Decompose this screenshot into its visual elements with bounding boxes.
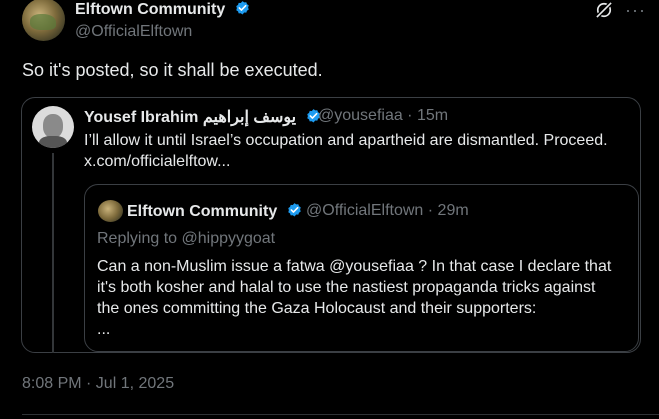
quoted-post-text: I’ll allow it until Israel’s occupation …	[84, 130, 634, 172]
quoted-author-name[interactable]: Yousef Ibrahim يوسف إبراهيم	[84, 107, 322, 127]
post-text: So it's posted, so it shall be executed.	[22, 60, 323, 80]
verified-badge-icon	[287, 203, 301, 217]
quoted-author-name-text[interactable]: Yousef Ibrahim يوسف إبراهيم	[84, 109, 296, 126]
nested-text-line: ...	[97, 321, 111, 338]
thread-line	[52, 153, 54, 353]
nested-author-name[interactable]: Elftown Community	[127, 202, 303, 221]
nested-text-line: Can a non-Muslim issue a fatwa @yousefia…	[97, 258, 612, 275]
quoted-text-line: I’ll allow it until Israel’s occupation …	[84, 132, 608, 149]
grok-icon[interactable]	[594, 0, 614, 20]
nested-post-text: Can a non-Muslim issue a fatwa @yousefia…	[97, 256, 637, 340]
nested-author-meta[interactable]: @OfficialElftown · 29m	[306, 202, 469, 220]
quoted-author-meta[interactable]: @yousefiaa · 15m	[318, 107, 448, 125]
divider	[22, 414, 659, 415]
author-avatar[interactable]	[22, 0, 65, 41]
nested-author-name-text[interactable]: Elftown Community	[127, 203, 277, 220]
author-name-text[interactable]: Elftown Community	[75, 1, 225, 18]
author-name[interactable]: Elftown Community	[75, 0, 251, 19]
quoted-author-avatar[interactable]	[32, 106, 74, 148]
nested-text-line: the ones committing the Gaza Holocaust a…	[97, 300, 537, 317]
author-handle[interactable]: @OfficialElftown	[75, 23, 192, 41]
post-timestamp[interactable]: 8:08 PM · Jul 1, 2025	[22, 375, 174, 393]
quoted-link[interactable]: x.com/officialelftow...	[84, 151, 634, 172]
replying-to[interactable]: Replying to @hippyygoat	[97, 230, 275, 248]
more-icon[interactable]: ···	[625, 0, 646, 21]
verified-badge-icon	[235, 1, 249, 15]
nested-author-avatar[interactable]	[98, 200, 123, 222]
nested-text-line: it's both kosher and halal to use the na…	[97, 279, 596, 296]
